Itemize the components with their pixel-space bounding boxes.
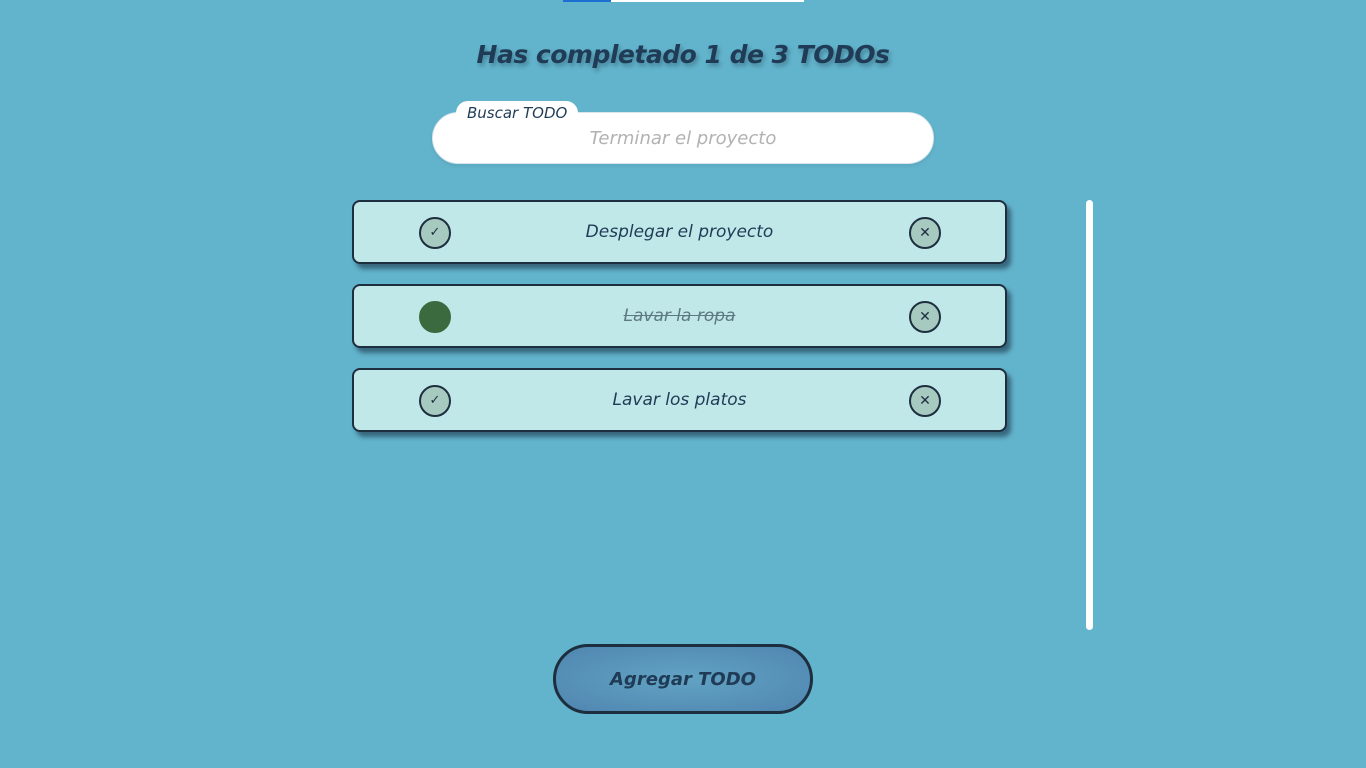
check-icon[interactable]: ✓ bbox=[419, 385, 451, 417]
todo-list: ✓ Desplegar el proyecto ✕ ✓ Lavar la rop… bbox=[352, 200, 1008, 452]
search-field: Buscar TODO bbox=[432, 101, 934, 164]
check-icon[interactable]: ✓ bbox=[419, 301, 451, 333]
delete-icon[interactable]: ✕ bbox=[909, 301, 941, 333]
todo-item: ✓ Lavar los platos ✕ bbox=[352, 368, 1007, 432]
search-label: Buscar TODO bbox=[456, 101, 579, 125]
scrollbar[interactable] bbox=[1086, 200, 1093, 630]
delete-icon[interactable]: ✕ bbox=[909, 217, 941, 249]
todo-item: ✓ Desplegar el proyecto ✕ bbox=[352, 200, 1007, 264]
todo-text: Lavar la ropa bbox=[623, 306, 736, 326]
page-title: Has completado 1 de 3 TODOs bbox=[476, 40, 890, 69]
progress-bar-fill bbox=[563, 0, 612, 2]
todo-item: ✓ Lavar la ropa ✕ bbox=[352, 284, 1007, 348]
todo-text: Desplegar el proyecto bbox=[585, 222, 774, 242]
todo-text: Lavar los platos bbox=[612, 390, 747, 410]
add-todo-button[interactable]: Agregar TODO bbox=[553, 644, 813, 714]
progress-bar bbox=[563, 0, 804, 2]
check-icon[interactable]: ✓ bbox=[419, 217, 451, 249]
delete-icon[interactable]: ✕ bbox=[909, 385, 941, 417]
